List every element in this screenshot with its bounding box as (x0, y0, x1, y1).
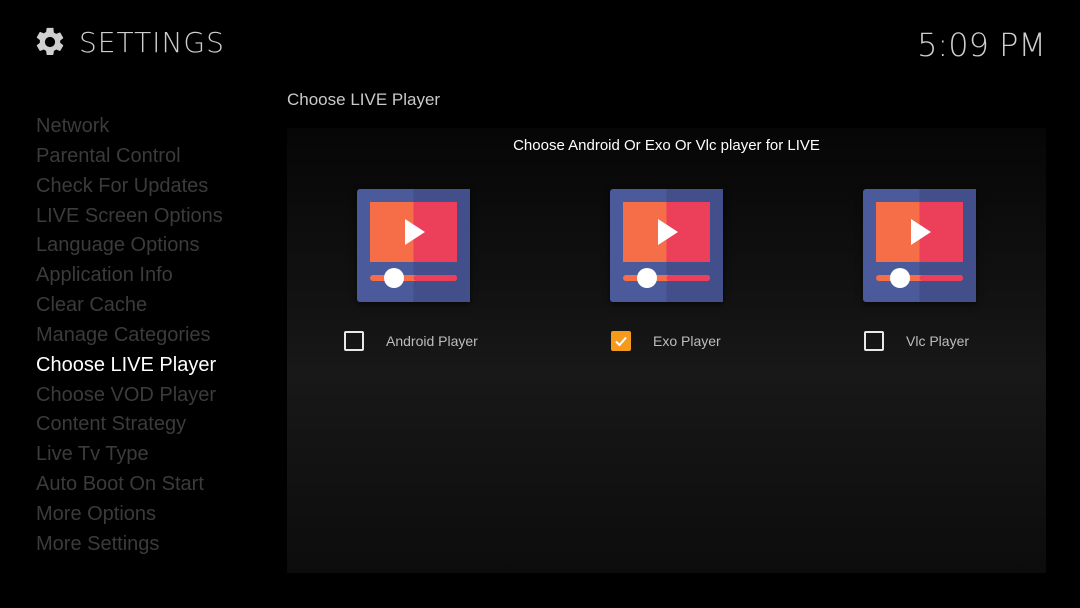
gear-icon (36, 27, 64, 56)
vlc-player-label: Vlc Player (906, 333, 970, 349)
video-player-icon[interactable] (357, 189, 470, 302)
sidebar-item-content-strategy[interactable]: Content Strategy (36, 410, 276, 440)
header: SETTINGS (33, 22, 225, 62)
video-player-icon[interactable] (863, 189, 976, 302)
sidebar-item-language-options[interactable]: Language Options (36, 231, 276, 261)
sidebar-item-more-options[interactable]: More Options (36, 500, 276, 530)
sidebar-item-auto-boot-on-start[interactable]: Auto Boot On Start (36, 470, 276, 500)
clock: 5:09 PM (917, 26, 1046, 64)
checkmark-icon (615, 336, 627, 347)
panel-subtitle: Choose Android Or Exo Or Vlc player for … (513, 137, 820, 154)
sidebar-item-clear-cache[interactable]: Clear Cache (36, 291, 276, 321)
section-title: Choose LIVE Player (287, 90, 441, 109)
sidebar-item-check-for-updates[interactable]: Check For Updates (36, 172, 276, 202)
sidebar-item-parental-control[interactable]: Parental Control (36, 142, 276, 172)
sidebar-item-choose-live-player[interactable]: Choose LIVE Player (36, 351, 276, 381)
video-player-icon[interactable] (610, 189, 723, 302)
sidebar-item-live-tv-type[interactable]: Live Tv Type (36, 440, 276, 470)
sidebar-item-live-screen-options[interactable]: LIVE Screen Options (36, 202, 276, 232)
sidebar-item-network[interactable]: Network (36, 112, 276, 142)
sidebar-item-choose-vod-player[interactable]: Choose VOD Player (36, 381, 276, 411)
vlc-player-checkbox[interactable] (864, 331, 884, 351)
page-title: SETTINGS (79, 25, 225, 59)
sidebar-item-manage-categories[interactable]: Manage Categories (36, 321, 276, 351)
exo-player-checkbox[interactable] (611, 331, 631, 351)
android-player-checkbox[interactable] (344, 331, 364, 351)
settings-screen: SETTINGS 5:09 PM Network Parental Contro… (0, 0, 1080, 608)
android-player-label: Android Player (386, 333, 478, 349)
player-option-vlc: Vlc Player (793, 189, 976, 359)
sidebar-item-application-info[interactable]: Application Info (36, 261, 276, 291)
sidebar-item-more-settings[interactable]: More Settings (36, 530, 276, 560)
player-choice-panel: Choose Android Or Exo Or Vlc player for … (287, 128, 1046, 573)
settings-sidebar: Network Parental Control Check For Updat… (36, 112, 276, 560)
player-option-android: Android Player (287, 189, 478, 359)
exo-player-label: Exo Player (653, 333, 721, 349)
player-option-exo: Exo Player (540, 189, 723, 359)
